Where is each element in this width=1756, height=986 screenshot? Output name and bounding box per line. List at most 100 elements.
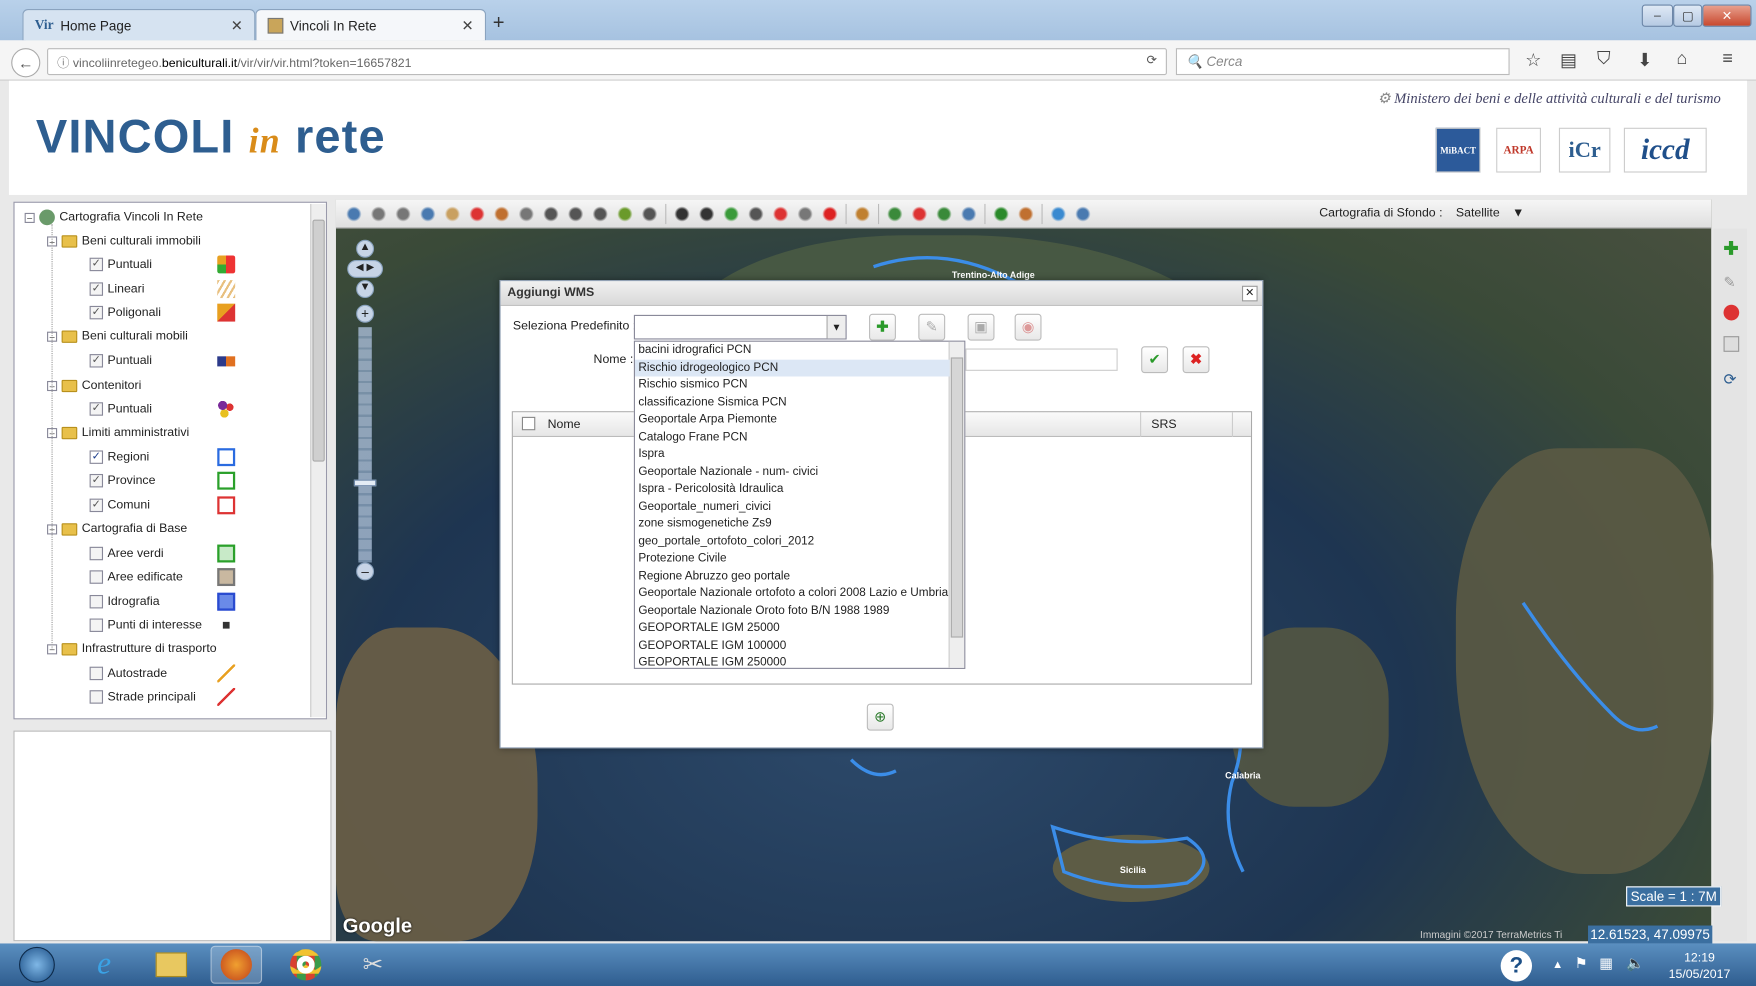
tree-scrollbar[interactable]	[310, 203, 326, 718]
zoom-in-icon[interactable]	[369, 204, 388, 223]
dropdown-option[interactable]: classificazione Sismica PCN	[635, 394, 950, 411]
cancel-button[interactable]: ✖	[1182, 346, 1210, 374]
col-srs[interactable]: SRS	[1151, 418, 1176, 431]
dropdown-option[interactable]: Geoportale Nazionale - num- civici	[635, 463, 950, 480]
dropdown-option[interactable]: Geoportale Nazionale Oroto foto B/N 1988…	[635, 602, 950, 619]
minimize-window-button[interactable]: –	[1641, 4, 1674, 27]
chevron-down-icon[interactable]: ▼	[826, 315, 846, 339]
layer-checkbox[interactable]	[89, 618, 104, 632]
pan-down-icon[interactable]: ▼	[356, 280, 375, 299]
dropdown-option[interactable]: GEOPORTALE IGM 100000	[635, 637, 950, 654]
info-icon[interactable]	[566, 204, 585, 223]
delete-predefinito-button[interactable]: ◉	[1014, 313, 1042, 341]
tree-layer-item[interactable]: ✓ Puntuali	[89, 255, 236, 274]
layer-checkbox[interactable]	[89, 594, 104, 609]
dropdown-option[interactable]: Geoportale_numeri_civici	[635, 498, 950, 515]
edit-icon[interactable]: ✎	[1724, 273, 1742, 291]
tree-group[interactable]: – Contenitori	[47, 376, 141, 394]
dropdown-option[interactable]: Geoportale Nazionale ortofoto a colori 2…	[635, 585, 950, 602]
tree-group[interactable]: – Beni culturali mobili	[47, 327, 188, 345]
map-attribution[interactable]: Immagini ©2017 TerraMetrics Ti	[1420, 929, 1562, 940]
confirm-button[interactable]: ✔	[1141, 346, 1169, 374]
tree-layer-item[interactable]: ✓ Poligonali	[89, 303, 236, 322]
tree-layer-item[interactable]: Strade principali	[89, 687, 236, 706]
vincoli-in-rete-logo[interactable]: VINCOLI in rete	[36, 110, 386, 164]
tree-layer-item[interactable]: Idrografia	[89, 592, 236, 611]
tab-vincoli-in-rete[interactable]: Vincoli In Rete ✕	[255, 8, 487, 41]
iccd-logo[interactable]: iccd	[1623, 127, 1707, 173]
zoom-extent-icon[interactable]	[344, 204, 363, 223]
layer-checkbox[interactable]	[89, 546, 104, 561]
snipping-tool-icon[interactable]: ✂	[347, 946, 399, 984]
maximize-window-button[interactable]: ▢	[1673, 4, 1703, 27]
layer-checkbox[interactable]: ✓	[89, 305, 104, 320]
pan-hand-icon[interactable]	[443, 204, 462, 223]
tree-layer-item[interactable]: ✓ Province	[89, 471, 236, 490]
search-field[interactable]: 🔍 Cerca	[1175, 48, 1510, 76]
sfondo-select[interactable]: Satellite ▼	[1456, 206, 1524, 219]
dropdown-option[interactable]: zone sismogenetiche Zs9	[635, 515, 950, 532]
delete-icon[interactable]	[820, 204, 839, 223]
dropdown-option[interactable]: Ispra	[635, 446, 950, 463]
locate-icon[interactable]	[517, 204, 536, 223]
search-icon[interactable]	[492, 204, 511, 223]
layer-checkbox[interactable]	[89, 690, 104, 704]
tab-home-page[interactable]: Vir Home Page ✕	[22, 8, 256, 41]
tree-group[interactable]: – Beni culturali immobili	[47, 232, 201, 250]
info-icon[interactable]: ⓘ	[57, 57, 73, 70]
url-field[interactable]: ⓘ vincoliinretegeo.beniculturali.it/vir/…	[47, 48, 1167, 76]
remove-icon[interactable]	[1723, 304, 1740, 321]
pocket-icon[interactable]: ⛉	[1597, 49, 1610, 69]
menu-icon[interactable]: ≡	[1722, 49, 1732, 69]
scroll-thumb[interactable]	[950, 357, 964, 638]
help-icon[interactable]: ?	[1500, 950, 1533, 982]
add-layer-button[interactable]: ⊕	[866, 703, 894, 731]
settings-icon[interactable]	[697, 204, 716, 223]
export-icon[interactable]	[959, 204, 978, 223]
layer-checkbox[interactable]: ✓	[89, 257, 104, 272]
tree-layer-item[interactable]: ✓ Regioni	[89, 448, 236, 467]
place-pin-icon[interactable]	[468, 204, 487, 223]
edit-predefinito-button[interactable]: ✎	[918, 313, 946, 341]
dropdown-option[interactable]: Rischio sismico PCN	[635, 376, 950, 393]
start-button[interactable]	[11, 946, 63, 984]
bookmark-star-icon[interactable]: ☆	[1525, 49, 1541, 71]
dropdown-option[interactable]: Catalogo Frane PCN	[635, 429, 950, 446]
comment-icon[interactable]	[1049, 204, 1068, 223]
reload-icon[interactable]: ⟳	[1147, 53, 1157, 67]
zoom-out-icon[interactable]: –	[356, 562, 375, 581]
layer-checkbox[interactable]	[89, 666, 104, 681]
save-predefinito-button[interactable]: ▣	[967, 313, 995, 341]
dropdown-option[interactable]: geo_portale_ortofoto_colori_2012	[635, 533, 950, 550]
save-icon[interactable]	[1723, 336, 1740, 352]
tree-group[interactable]: – Limiti amministrativi	[47, 424, 189, 442]
firefox-icon[interactable]	[210, 945, 263, 984]
tree-group[interactable]: – Cartografia di Base	[47, 520, 187, 538]
close-tab-icon[interactable]: ✕	[462, 17, 474, 35]
layer-checkbox[interactable]: ✓	[89, 282, 104, 296]
file-explorer-icon[interactable]	[146, 946, 198, 984]
arpa-logo[interactable]: ARPA	[1496, 127, 1541, 173]
download-icon[interactable]: ⬇	[1637, 49, 1652, 71]
layers-icon[interactable]	[796, 204, 815, 223]
target-icon[interactable]	[771, 204, 790, 223]
pan-up-icon[interactable]: ▲	[356, 239, 375, 258]
identify-icon[interactable]	[615, 204, 634, 223]
dropdown-option[interactable]: Ispra - Pericolosità Idraulica	[635, 481, 950, 498]
layer-checkbox[interactable]: ✓	[89, 402, 104, 416]
tree-layer-item[interactable]: Autostrade	[89, 664, 236, 683]
pan-left-right-icon[interactable]: ◀ ▶	[347, 259, 384, 278]
user-icon[interactable]	[1016, 204, 1035, 223]
layer-checkbox[interactable]: ✓	[89, 473, 104, 488]
layer-add-icon[interactable]	[935, 204, 954, 223]
point-icon[interactable]	[722, 204, 741, 223]
mibact-logo[interactable]: MiBACT	[1435, 127, 1481, 173]
query-icon[interactable]	[591, 204, 610, 223]
add-icon[interactable]: ✚	[1724, 238, 1742, 259]
layer-checkbox[interactable]	[89, 570, 104, 584]
layer-checkbox[interactable]: ✓	[89, 450, 104, 464]
measure-icon[interactable]	[542, 204, 560, 223]
dropdown-option[interactable]: Geoportale Arpa Piemonte	[635, 411, 950, 428]
dropdown-option[interactable]: Protezione Civile	[635, 550, 950, 567]
system-clock[interactable]: 12:19 15/05/2017	[1669, 950, 1731, 984]
